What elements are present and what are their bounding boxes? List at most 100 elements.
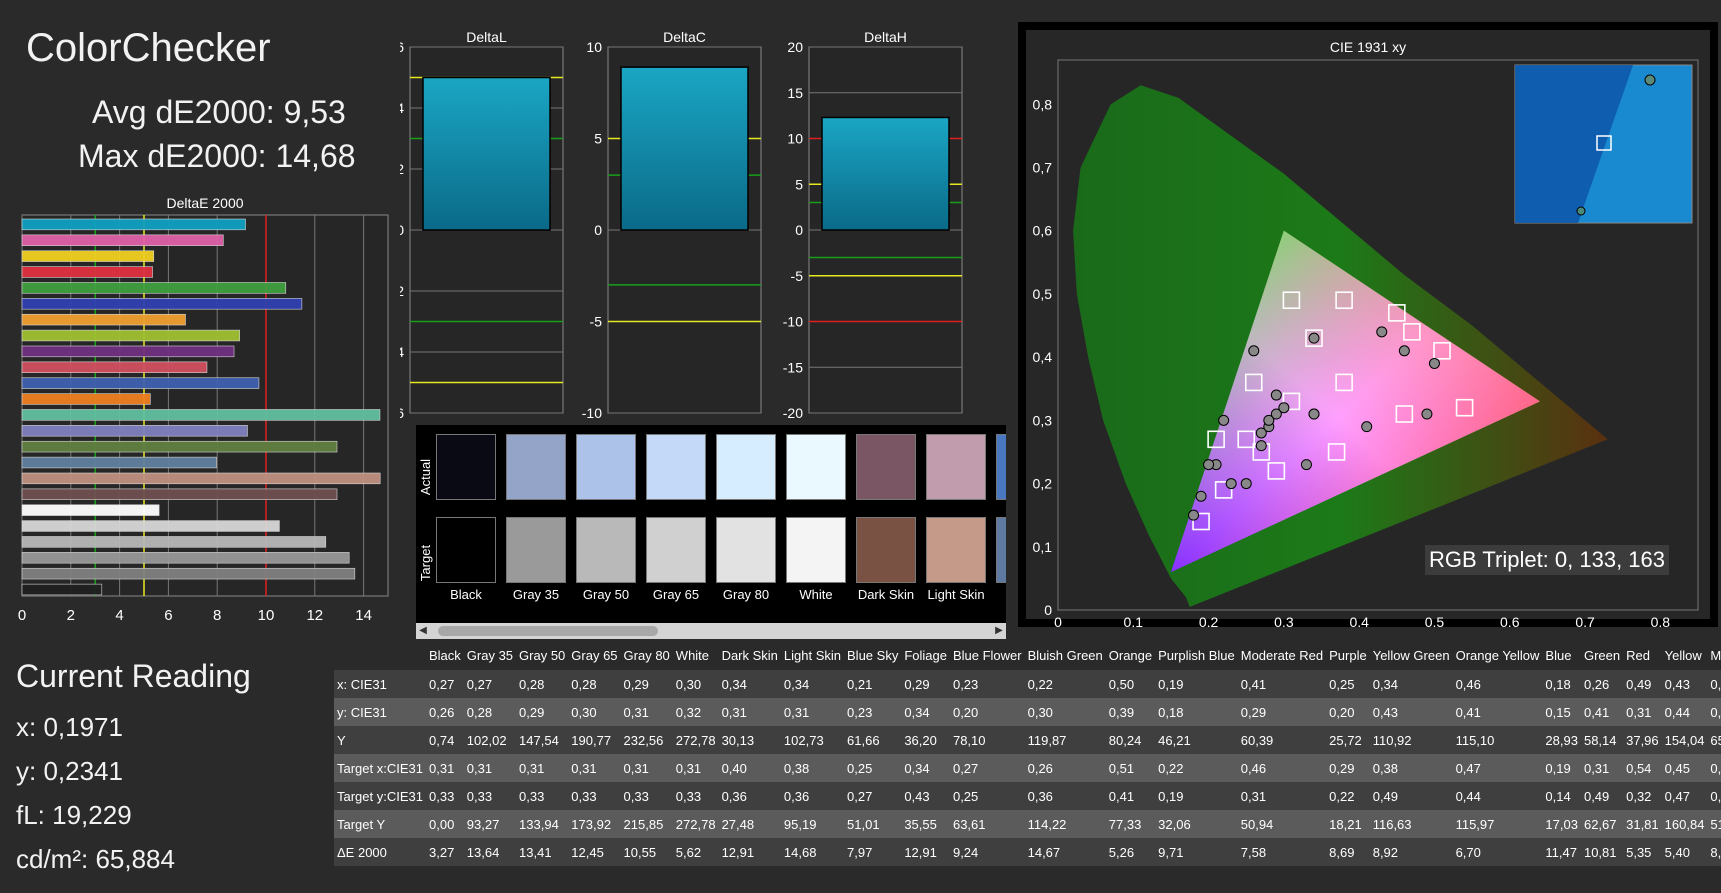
table-cell: 0,26 [1024,754,1106,782]
table-cell: 0,41 [1237,670,1327,698]
table-row: y: CIE31 0,26 0,28 0,29 0,30 0,31 0,32 0,31 0,31… [334,698,1721,726]
table-cell: 78,10 [949,726,1025,754]
cie-y-tick: 0,7 [1033,159,1053,175]
table-cell: 0,21 [844,670,902,698]
table-cell: 6,70 [1452,838,1543,866]
table-cell: 8,25 [1707,838,1721,866]
table-cell: 0,27 [949,754,1025,782]
table-cell: 51,35 [1707,810,1721,838]
dh-tick: -20 [783,405,803,421]
table-cell: 0,39 [1105,698,1156,726]
dh-tick: -10 [783,314,803,330]
table-cell: 28,93 [1542,726,1581,754]
table-cell: 0,30 [672,670,719,698]
table-cell: 160,84 [1661,810,1708,838]
table-cell: 0,26 [426,698,464,726]
table-header: Yellow Green [1372,647,1450,663]
table-cell: 63,61 [949,810,1025,838]
row-label: Target x:CIE31 [334,754,426,782]
cie-actual-marker [1308,408,1320,420]
table-cell: 0,31 [780,698,845,726]
dl-title: DeltaL [466,30,507,45]
table-cell: 51,01 [844,810,902,838]
deltae-tick-label: 0 [18,607,26,624]
reading-fl: fL: 19,229 [16,800,132,830]
table-header: Blue Flower [952,647,1022,663]
target-swatch [646,517,706,583]
table-cell: 5,62 [672,838,719,866]
deltae-bar [21,567,356,580]
cie-actual-marker [1255,440,1267,452]
cie-x-tick: 0 [1054,614,1062,627]
table-cell: 10,55 [620,838,673,866]
dh-tick: 5 [795,176,803,192]
table-cell: 10,81 [1580,838,1624,866]
table-cell: 46,21 [1155,726,1238,754]
table-cell: 0,43 [901,782,950,810]
table-cell: 0,36 [1024,782,1106,810]
table-row: x: CIE31 0,27 0,27 0,28 0,28 0,29 0,30 0,34 0,34… [334,670,1721,698]
table-cell: 115,10 [1452,726,1543,754]
table-cell: 0,26 [1580,670,1624,698]
dc-tick: 10 [586,39,602,55]
dl-tick: 2 [400,161,404,177]
table-cell: 154,04 [1661,726,1708,754]
dc-tick: 5 [594,131,602,147]
row-label: Y [334,726,426,754]
table-cell: 0,32 [672,698,719,726]
cie-actual-marker [1361,421,1373,433]
actual-swatch [996,434,1006,500]
cie-x-tick: 0,4 [1349,614,1369,627]
table-cell: 0,18 [1542,670,1581,698]
table-cell: 0,27 [463,670,517,698]
deltae-bar [21,377,260,389]
table-cell: 9,71 [1155,838,1238,866]
table-cell: 0,47 [1661,782,1708,810]
table-cell: 80,24 [1105,726,1156,754]
target-swatch [576,517,636,583]
table-cell: 114,22 [1024,810,1106,838]
avg-de2000: Avg dE2000: 9,53 [92,94,346,130]
cie-actual-marker [1195,490,1207,502]
cie-y-tick: 0,6 [1033,223,1053,239]
deltae-bar [21,520,280,532]
table-cell: 77,33 [1105,810,1156,838]
table-header: Purple [1329,647,1367,663]
table-cell: 61,66 [844,726,902,754]
table-cell: 0,31 [620,698,673,726]
actual-swatch [646,434,706,500]
deltae-bar [21,504,160,516]
deltae-bar [21,536,327,548]
scroll-right-icon[interactable]: ▶ [992,623,1006,639]
dl-tick: 6 [400,39,404,55]
cie-y-tick: 0,2 [1033,476,1053,492]
cie-x-tick: 0,6 [1500,614,1520,627]
table-header: Gray 50 [519,647,566,663]
swatch-label: Black [450,587,482,602]
table-cell: 0,19 [1155,782,1238,810]
table-cell: 102,02 [463,726,517,754]
reading-y: y: 0,2341 [16,756,123,786]
swatch-scrollbar[interactable]: ◀ ▶ [416,623,1006,639]
row-label: x: CIE31 [334,670,426,698]
actual-swatch [786,434,846,500]
table-header: Gray 35 [466,647,514,663]
dc-bar [620,66,749,231]
table-cell: 7,58 [1237,838,1327,866]
cie-y-tick: 0 [1044,602,1052,618]
cie-x-tick: 0,3 [1274,614,1294,627]
table-cell: 5,40 [1661,838,1708,866]
table-cell: 190,77 [568,726,621,754]
scroll-left-icon[interactable]: ◀ [416,623,430,639]
table-cell: 215,85 [620,810,673,838]
scroll-thumb[interactable] [438,626,658,636]
swatch-label: Gray 65 [652,587,700,602]
table-header: Red [1626,647,1650,663]
deltae-bar [21,250,155,262]
table-cell: 0,45 [1661,754,1708,782]
table-cell: 0,29 [516,698,569,726]
cie-actual-marker [1188,509,1200,521]
deltae-bar [21,329,240,342]
table-cell: 0,41 [1452,698,1543,726]
dh-tick: -5 [791,268,804,284]
